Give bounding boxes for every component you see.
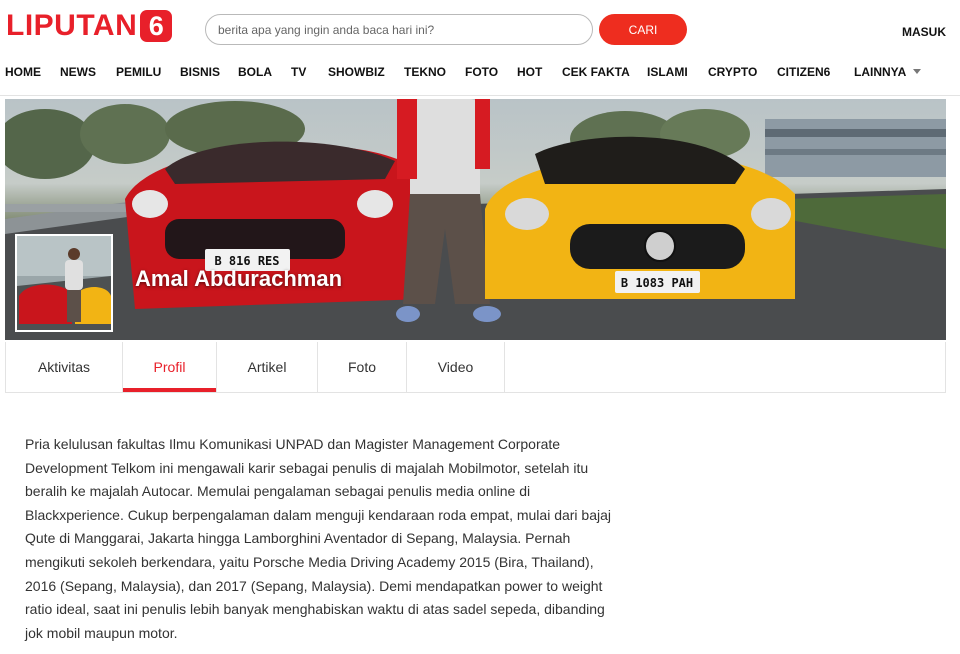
profile-cover-photo: B 816 RES B 1083 PAH Amal Abdurachman [5,99,946,340]
tab-artikel[interactable]: Artikel [217,342,318,392]
nav-item-showbiz[interactable]: SHOWBIZ [328,65,385,79]
nav-item-news[interactable]: NEWS [60,65,96,79]
tab-aktivitas[interactable]: Aktivitas [6,342,123,392]
main-nav: HOME NEWS PEMILU BISNIS BOLA TV SHOWBIZ … [0,58,960,96]
svg-text:B 1083 PAH: B 1083 PAH [621,276,693,290]
nav-item-pemilu[interactable]: PEMILU [116,65,161,79]
profile-tabs: Aktivitas Profil Artikel Foto Video [5,342,946,393]
cover-illustration: B 816 RES B 1083 PAH [5,99,946,340]
nav-item-foto[interactable]: FOTO [465,65,498,79]
nav-item-home[interactable]: HOME [5,65,41,79]
nav-item-citizen6[interactable]: CITIZEN6 [777,65,830,79]
login-link[interactable]: MASUK [902,25,946,39]
logo-number-badge: 6 [140,10,173,42]
nav-item-lainnya-label: LAINNYA [854,65,907,79]
nav-item-bola[interactable]: BOLA [238,65,272,79]
profile-name: Amal Abdurachman [135,266,343,291]
search-button[interactable]: CARI [599,14,687,45]
nav-item-hot[interactable]: HOT [517,65,542,79]
profile-avatar[interactable] [15,234,113,332]
tab-foto[interactable]: Foto [318,342,407,392]
tab-video[interactable]: Video [407,342,505,392]
search-input[interactable] [205,14,593,45]
nav-item-cek-fakta[interactable]: CEK FAKTA [562,65,630,79]
nav-item-crypto[interactable]: CRYPTO [708,65,757,79]
site-logo[interactable]: LIPUTAN 6 [6,9,173,42]
logo-text: LIPUTAN [6,9,138,42]
nav-item-lainnya[interactable]: LAINNYA [854,65,922,79]
tab-profil[interactable]: Profil [123,342,217,392]
chevron-down-icon [913,69,922,75]
nav-item-tv[interactable]: TV [291,65,306,79]
nav-item-tekno[interactable]: TEKNO [404,65,446,79]
avatar-image [17,236,111,330]
nav-item-islami[interactable]: ISLAMI [647,65,688,79]
nav-item-bisnis[interactable]: BISNIS [180,65,220,79]
site-header: LIPUTAN 6 CARI MASUK [0,0,960,58]
profile-bio: Pria kelulusan fakultas Ilmu Komunikasi … [25,436,612,641]
